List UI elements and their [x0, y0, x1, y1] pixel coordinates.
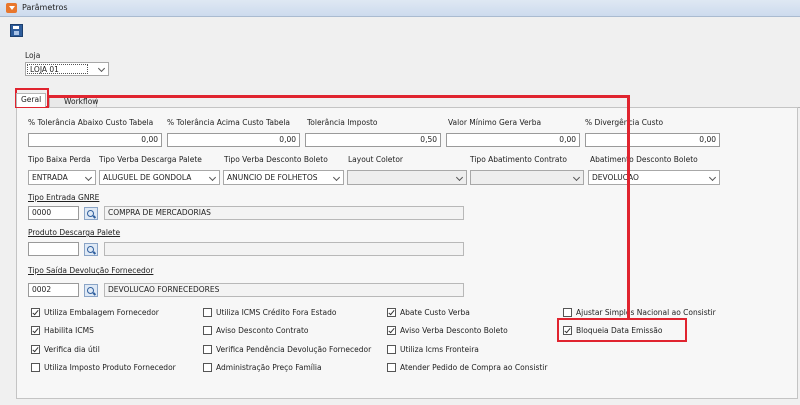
highlight-connector-vertical [627, 95, 630, 320]
input-divergencia-custo[interactable]: 0,00 [585, 133, 720, 147]
checkbox-aviso-verba-desconto-boleto[interactable]: Aviso Verba Desconto Boleto [387, 326, 508, 335]
checkbox-label: Abate Custo Verba [400, 308, 470, 317]
chevron-down-icon [208, 173, 217, 182]
checkbox-atender-pedido-compra[interactable]: Atender Pedido de Compra ao Consistir [387, 363, 547, 372]
checkbox-pendencia-devolucao[interactable]: Verifica Pendência Devolução Fornecedor [203, 345, 371, 354]
checkbox-label: Utiliza Icms Fronteira [400, 345, 479, 354]
select-value: ENTRADA [32, 173, 68, 182]
label-produto-descarga-palete: Produto Descarga Palete [28, 228, 121, 237]
highlight-connector-horizontal [48, 95, 630, 98]
checkbox-box[interactable] [203, 345, 212, 354]
checkbox-label: Verifica Pendência Devolução Fornecedor [216, 345, 372, 354]
checkbox-label: Ajustar Simples Nacional ao Consistir [576, 308, 716, 317]
label-tolerancia-imposto: Tolerância Imposto [307, 118, 378, 127]
chevron-down-icon [455, 173, 464, 182]
loja-select[interactable]: LOJA 01 [25, 62, 109, 76]
select-abatimento-contrato[interactable] [470, 170, 584, 185]
chevron-down-icon [332, 173, 341, 182]
search-icon[interactable] [84, 243, 98, 256]
select-abatimento-desconto-boleto[interactable]: DEVOLUCAO [588, 170, 720, 185]
chevron-down-icon [84, 173, 93, 182]
checkbox-icms-credito-fora-estado[interactable]: Utiliza ICMS Crédito Fora Estado [203, 308, 336, 317]
checkbox-box[interactable] [387, 363, 396, 372]
checkbox-label: Habilita ICMS [44, 326, 94, 335]
input-palete-code[interactable] [28, 242, 79, 256]
save-icon[interactable] [10, 24, 23, 37]
checkbox-box[interactable] [31, 345, 40, 354]
search-icon[interactable] [84, 284, 98, 297]
checkbox-label: Aviso Desconto Contrato [216, 326, 309, 335]
app-menu-icon[interactable] [6, 3, 17, 13]
input-gnre-code[interactable]: 0000 [28, 206, 79, 220]
select-value: DEVOLUCAO [592, 173, 639, 182]
checkbox-utiliza-embalagem-fornecedor[interactable]: Utiliza Embalagem Fornecedor [31, 308, 159, 317]
loja-label: Loja [25, 51, 41, 60]
checkbox-label: Administração Preço Família [216, 363, 322, 372]
chevron-down-icon [708, 173, 717, 182]
label-layout-coletor: Layout Coletor [348, 155, 404, 164]
checkbox-box[interactable] [31, 326, 40, 335]
checkbox-label: Utiliza Imposto Produto Fornecedor [44, 363, 176, 372]
select-layout-coletor[interactable] [347, 170, 467, 185]
window-title: Parâmetros [22, 3, 68, 12]
label-abatimento-contrato: Tipo Abatimento Contrato [470, 155, 567, 164]
input-tolerancia-imposto[interactable]: 0,50 [305, 133, 441, 147]
tab-geral[interactable]: Geral [16, 93, 46, 107]
checkbox-administracao-preco-familia[interactable]: Administração Preço Família [203, 363, 322, 372]
checkbox-box[interactable] [387, 345, 396, 354]
select-verba-descarga-palete[interactable]: ALUGUEL DE GONDOLA [99, 170, 220, 185]
checkbox-box[interactable] [563, 308, 572, 317]
palete-description [104, 242, 464, 256]
checkbox-box[interactable] [31, 363, 40, 372]
checkbox-box[interactable] [31, 308, 40, 317]
label-tolerancia-abaixo: % Tolerância Abaixo Custo Tabela [28, 118, 154, 127]
checkbox-ajustar-simples-nacional[interactable]: Ajustar Simples Nacional ao Consistir [563, 308, 716, 317]
checkbox-aviso-desconto-contrato[interactable]: Aviso Desconto Contrato [203, 326, 309, 335]
input-valor-minimo-verba[interactable]: 0,00 [446, 133, 580, 147]
checkbox-label: Verifica dia útil [44, 345, 100, 354]
input-devolucao-code[interactable]: 0002 [28, 283, 79, 297]
devolucao-description: DEVOLUCAO FORNECEDORES [104, 283, 464, 297]
checkbox-box[interactable] [387, 308, 396, 317]
checkbox-box[interactable] [203, 326, 212, 335]
label-abatimento-desconto-boleto: Abatimento Desconto Boleto [590, 155, 698, 164]
window-titlebar: Parâmetros [0, 0, 800, 17]
label-tipo-baixa-perda: Tipo Baixa Perda [28, 155, 91, 164]
checkbox-label: Aviso Verba Desconto Boleto [400, 326, 508, 335]
gnre-description: COMPRA DE MERCADORIAS [104, 206, 464, 220]
input-tolerancia-abaixo[interactable]: 0,00 [28, 133, 162, 147]
highlight-bloqueia-data-emissao [557, 318, 687, 342]
checkbox-verifica-dia-util[interactable]: Verifica dia útil [31, 345, 100, 354]
label-tipo-entrada-gnre: Tipo Entrada GNRE [28, 193, 100, 202]
select-value: ANUNCIO DE FOLHETOS [227, 173, 318, 182]
label-tolerancia-acima: % Tolerância Acima Custo Tabela [167, 118, 291, 127]
search-icon[interactable] [84, 207, 98, 220]
checkbox-box[interactable] [203, 363, 212, 372]
label-valor-minimo-verba: Valor Mínimo Gera Verba [448, 118, 542, 127]
checkbox-habilita-icms[interactable]: Habilita ICMS [31, 326, 94, 335]
input-tolerancia-acima[interactable]: 0,00 [167, 133, 300, 147]
checkbox-label: Utiliza Embalagem Fornecedor [44, 308, 159, 317]
checkbox-box[interactable] [387, 326, 396, 335]
select-verba-desconto-boleto[interactable]: ANUNCIO DE FOLHETOS [223, 170, 344, 185]
label-tipo-saida-devolucao: Tipo Saída Devolução Fornecedor [28, 266, 154, 275]
label-verba-descarga-palete: Tipo Verba Descarga Palete [99, 155, 202, 164]
select-tipo-baixa-perda[interactable]: ENTRADA [28, 170, 96, 185]
checkbox-label: Utiliza ICMS Crédito Fora Estado [216, 308, 337, 317]
loja-value: LOJA 01 [27, 64, 88, 74]
checkbox-utiliza-icms-fronteira[interactable]: Utiliza Icms Fronteira [387, 345, 479, 354]
checkbox-abate-custo-verba[interactable]: Abate Custo Verba [387, 308, 470, 317]
checkbox-label: Atender Pedido de Compra ao Consistir [400, 363, 548, 372]
checkbox-box[interactable] [203, 308, 212, 317]
label-divergencia-custo: % Divergência Custo [585, 118, 664, 127]
select-value: ALUGUEL DE GONDOLA [103, 173, 192, 182]
label-verba-desconto-boleto: Tipo Verba Desconto Boleto [224, 155, 328, 164]
chevron-down-icon [572, 173, 581, 182]
checkbox-utiliza-imposto-produto-fornecedor[interactable]: Utiliza Imposto Produto Fornecedor [31, 363, 176, 372]
chevron-down-icon [97, 64, 106, 73]
